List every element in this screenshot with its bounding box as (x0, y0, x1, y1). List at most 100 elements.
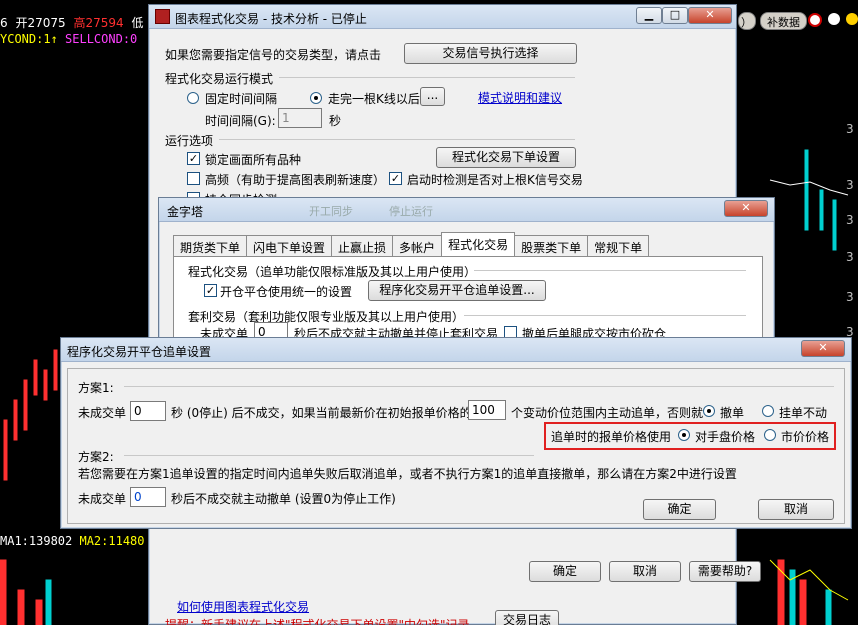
ma1-value: MA1:139802 (0, 534, 73, 548)
market-price-radio[interactable] (764, 429, 776, 441)
screen: 6 开27075 高27594 低 YCOND:1↑ SELLCOND:0 ） … (0, 0, 858, 625)
candle-cyan (832, 199, 837, 251)
axis-label: 3 (846, 122, 854, 136)
maximize-button[interactable]: □ (662, 7, 688, 24)
candle-red (33, 359, 38, 396)
axis-label: 3 (846, 290, 854, 304)
pyramid-titlebar: 金字塔 开工同步 停止运行 ✕ (159, 198, 774, 222)
pyramid-title: 金字塔 (167, 205, 204, 219)
axis-label: 3 (846, 250, 854, 264)
interval-label: 时间间隔(G): (205, 114, 276, 128)
hidden-button-1: 开工同步 (309, 205, 353, 218)
chase-ok-button[interactable]: 确定 (643, 499, 716, 520)
main-help-button[interactable]: 需要帮助? (689, 561, 761, 582)
tab-panel: 程式化交易（追单功能仅限标准版及其以上用户使用） ✓ 开仓平仓使用统一的设置 程… (173, 256, 763, 346)
chase-close-button[interactable]: ✕ (801, 340, 845, 357)
minimize-button[interactable]: ▁ (636, 7, 662, 24)
chase-settings-button[interactable]: 程序化交易开平仓追单设置... (368, 280, 546, 301)
ma-line-white (769, 179, 849, 196)
volume-red (799, 579, 807, 625)
mode-fixed-label: 固定时间间隔 (205, 92, 278, 106)
price-label: 追单时的报单价格使用 (551, 430, 672, 444)
chase-dialog: 程序化交易开平仓追单设置 ✕ 方案1: 未成交单 0 秒 (0停止) 后不成交，… (60, 337, 852, 529)
interval-input[interactable]: 1 (278, 108, 322, 128)
hang-label: 挂单不动 (779, 406, 828, 420)
tip-text: 提醒：新手建议在上述"程式化交易下单设置"中勾选"记录 (165, 618, 470, 625)
chase-titlebar: 程序化交易开平仓追单设置 ✕ (61, 338, 851, 362)
tab-futures-order[interactable]: 期货类下单 (173, 235, 248, 257)
options-label: 运行选项 (165, 134, 214, 148)
separator (474, 270, 746, 271)
candle-cyan (804, 149, 809, 231)
mode-fixed-radio[interactable] (187, 92, 199, 104)
candle-red (23, 379, 28, 431)
plan2-seconds-input[interactable]: 0 (130, 487, 166, 507)
trade-log-button[interactable]: 交易日志 (495, 610, 559, 625)
mode-help-link[interactable]: 模式说明和建议 (478, 89, 562, 106)
candle-cyan (819, 189, 824, 231)
chase-body: 方案1: 未成交单 0 秒 (0停止) 后不成交，如果当前最新价在初始报单价格的… (67, 368, 845, 524)
plan2-description: 若您需要在方案1追单设置的指定时间内追单失败后取消追单，或者不执行方案1的追单直… (78, 467, 737, 481)
pyramid-close-button[interactable]: ✕ (724, 200, 768, 217)
counter-price-label: 对手盘价格 (695, 430, 756, 444)
plan1-ticks-input[interactable]: 100 (468, 400, 506, 420)
close-button[interactable]: ✕ (688, 7, 732, 24)
unified-checkbox[interactable]: ✓ (204, 284, 217, 297)
volume-cyan (45, 579, 52, 625)
group2-label: 套利交易（套利功能仅限专业版及其以上用户使用） (188, 310, 465, 324)
cancel-radio[interactable] (703, 405, 715, 417)
interval-unit: 秒 (329, 114, 342, 128)
lock-label: 锁定画面所有品种 (205, 153, 302, 167)
highfreq-label: 高频（有助于提高图表刷新速度） (205, 173, 386, 187)
mode-bar-label: 走完一根K线以后 (328, 92, 420, 106)
separator (464, 315, 746, 316)
check-signal-label: 启动时检测是否对上根K信号交易 (407, 173, 583, 187)
main-title: 图表程式化交易 - 技术分析 - 已停止 (175, 12, 367, 26)
candle-red (53, 349, 58, 391)
volume-red (777, 559, 785, 625)
separator (124, 386, 834, 387)
plan2-prefix: 未成交单 (78, 492, 127, 506)
howto-link[interactable]: 如何使用图表程式化交易 (177, 598, 309, 615)
volume-red (0, 559, 7, 625)
chase-cancel-button[interactable]: 取消 (758, 499, 834, 520)
main-cancel-button[interactable]: 取消 (609, 561, 681, 582)
ma2-value: MA2:11480 (79, 534, 145, 548)
plan1-prefix: 未成交单 (78, 406, 127, 420)
volume-red (35, 599, 43, 625)
axis-label: 3 (846, 213, 854, 227)
tab-normal-order[interactable]: 常规下单 (587, 235, 650, 257)
axis-label: 3 (846, 178, 854, 192)
plan1-seconds-input[interactable]: 0 (130, 401, 166, 421)
highfreq-checkbox[interactable] (187, 172, 200, 185)
ma-readout: MA1:139802 MA2:11480 (0, 534, 145, 548)
tab-program-trading[interactable]: 程式化交易 (441, 232, 516, 257)
hang-radio[interactable] (762, 405, 774, 417)
app-icon (155, 9, 170, 24)
market-price-label: 市价价格 (781, 430, 830, 444)
run-mode-label: 程式化交易运行模式 (165, 72, 274, 86)
tab-stock-order[interactable]: 股票类下单 (514, 235, 589, 257)
volume-red (17, 589, 25, 625)
candle-red (3, 419, 8, 481)
tab-multi-account[interactable]: 多帐户 (392, 235, 443, 257)
check-signal-checkbox[interactable]: ✓ (389, 172, 402, 185)
signal-select-button[interactable]: 交易信号执行选择 (404, 43, 577, 64)
cancel-label: 撤单 (720, 406, 745, 420)
tab-stop[interactable]: 止赢止损 (331, 235, 394, 257)
pyramid-window: 金字塔 开工同步 停止运行 ✕ 期货类下单 闪电下单设置 止赢止损 多帐户 程式… (158, 197, 775, 347)
signal-prompt: 如果您需要指定信号的交易类型，请点击 (165, 48, 382, 62)
lock-checkbox[interactable]: ✓ (187, 152, 200, 165)
unified-label: 开仓平仓使用统一的设置 (220, 285, 353, 299)
counter-price-radio[interactable] (678, 429, 690, 441)
separator (219, 139, 575, 140)
mode-options-button[interactable]: ... (420, 87, 445, 106)
tab-flash-order[interactable]: 闪电下单设置 (246, 235, 333, 257)
mode-bar-radio[interactable] (310, 92, 322, 104)
plan2-label: 方案2: (78, 450, 114, 464)
candle-red (43, 369, 48, 401)
chase-title: 程序化交易开平仓追单设置 (67, 345, 212, 359)
main-titlebar: 图表程式化交易 - 技术分析 - 已停止 ▁ □ ✕ (149, 5, 736, 29)
order-settings-button[interactable]: 程式化交易下单设置 (436, 147, 576, 168)
main-ok-button[interactable]: 确定 (529, 561, 601, 582)
